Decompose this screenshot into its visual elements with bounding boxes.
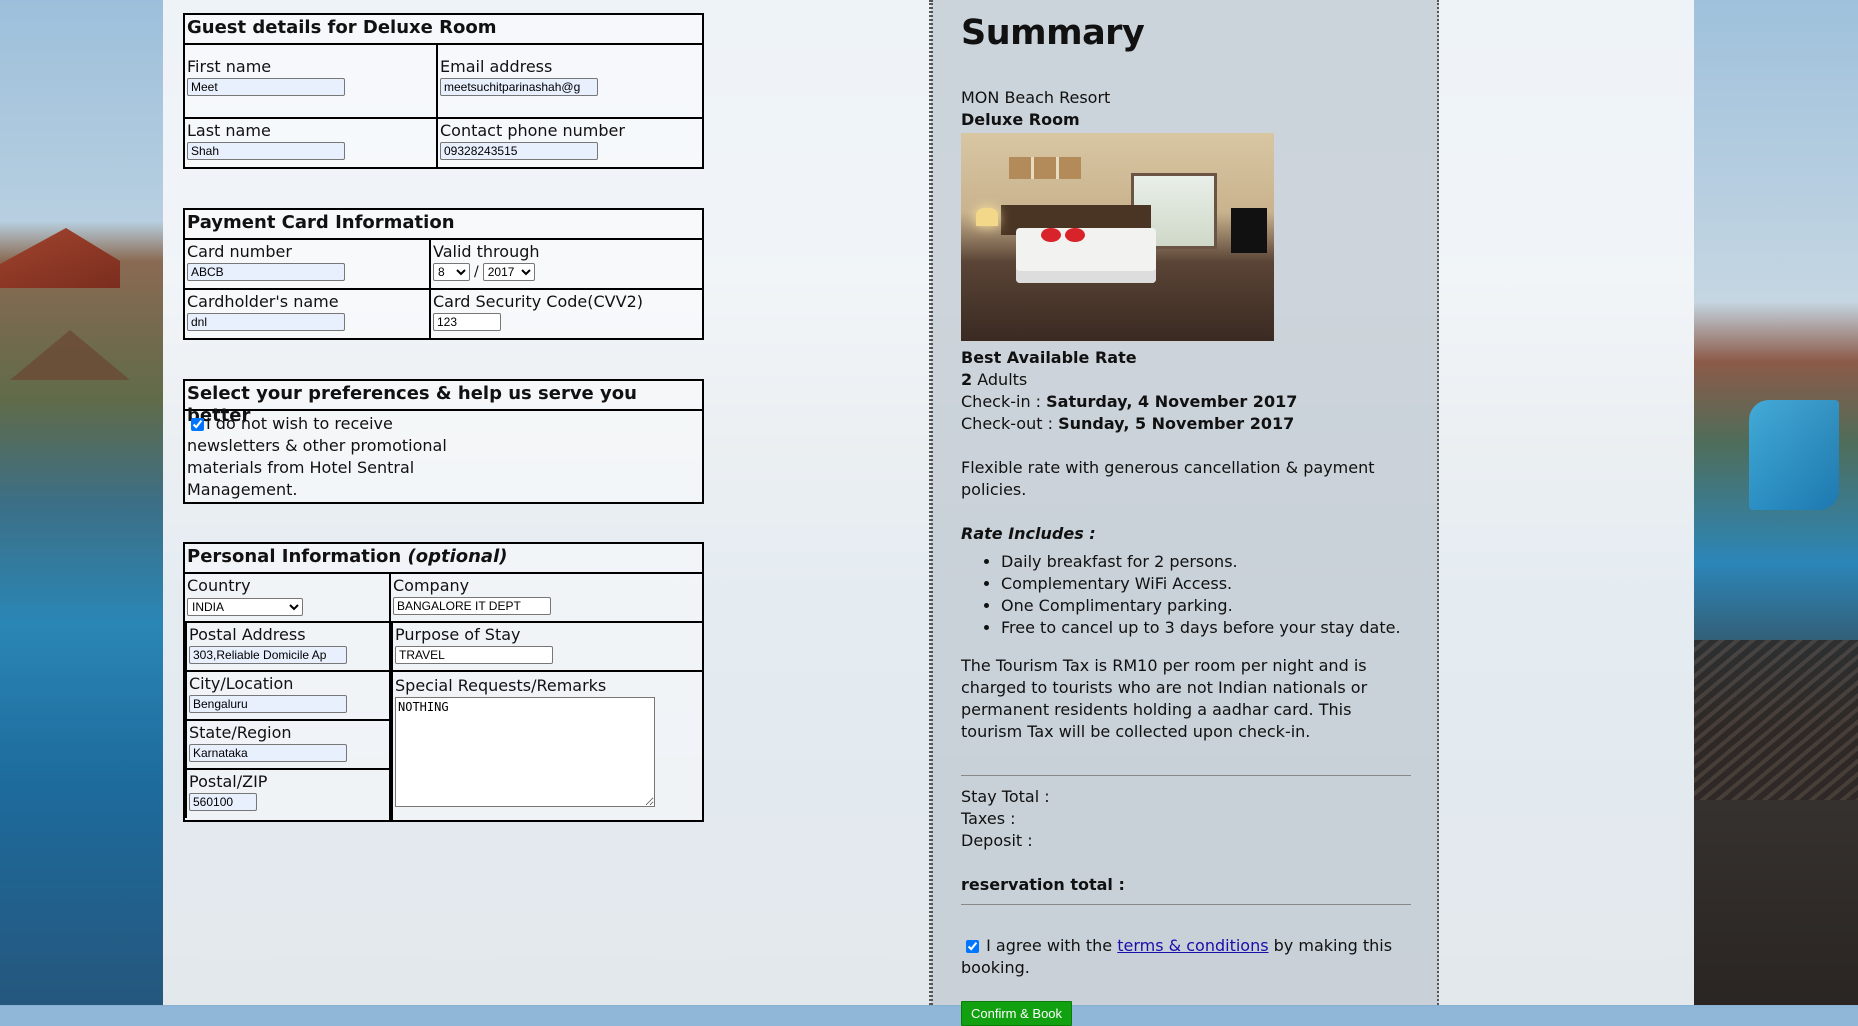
room-name: Deluxe Room bbox=[961, 110, 1080, 129]
company-input[interactable] bbox=[393, 597, 551, 615]
preferences-table: Select your preferences & help us serve … bbox=[183, 379, 704, 504]
guest-details-title: Guest details for Deluxe Room bbox=[185, 15, 702, 45]
company-label: Company bbox=[393, 576, 470, 595]
last-name-label: Last name bbox=[187, 121, 271, 140]
preferences-title: Select your preferences & help us serve … bbox=[185, 381, 702, 426]
totals-divider-top bbox=[961, 775, 1411, 776]
personal-info-title: Personal Information (optional) bbox=[185, 544, 702, 574]
last-name-input[interactable] bbox=[187, 142, 345, 160]
state-label: State/Region bbox=[189, 723, 292, 742]
deposit-label: Deposit : bbox=[961, 831, 1033, 850]
checkin-label: Check-in : bbox=[961, 392, 1042, 411]
background-resort-right bbox=[1694, 0, 1858, 1005]
contact-phone-input[interactable] bbox=[440, 142, 598, 160]
adults-count: 2 bbox=[961, 370, 973, 389]
email-address-label: Email address bbox=[440, 57, 553, 76]
payment-card-table: Payment Card Information Card number Val… bbox=[183, 208, 704, 340]
rate-includes-title: Rate Includes : bbox=[961, 524, 1096, 543]
cardholder-name-input[interactable] bbox=[187, 313, 345, 331]
checkout-line: Check-out : Sunday, 5 November 2017 bbox=[961, 413, 1411, 435]
taxes-label: Taxes : bbox=[961, 809, 1016, 828]
adults-line: 2 Adults bbox=[961, 369, 1411, 391]
stay-total-label: Stay Total : bbox=[961, 787, 1050, 806]
terms-checkbox[interactable] bbox=[966, 940, 979, 953]
room-photo-pillow bbox=[1041, 228, 1061, 242]
personal-info-optional: (optional) bbox=[407, 546, 508, 567]
rate-name: Best Available Rate bbox=[961, 348, 1137, 367]
email-address-input[interactable] bbox=[440, 78, 598, 96]
guest-details-table: Guest details for Deluxe Room First name… bbox=[183, 13, 704, 169]
checkin-date: Saturday, 4 November 2017 bbox=[1046, 392, 1298, 411]
newsletter-line-4: Management. bbox=[187, 480, 298, 499]
postal-address-input[interactable] bbox=[189, 646, 347, 664]
postal-address-label: Postal Address bbox=[189, 625, 306, 644]
room-photo-tv bbox=[1231, 208, 1267, 253]
checkout-label: Check-out : bbox=[961, 414, 1053, 433]
valid-through-label: Valid through bbox=[433, 242, 540, 261]
room-photo-bed bbox=[1016, 228, 1156, 283]
background-hut bbox=[10, 330, 130, 380]
zip-label: Postal/ZIP bbox=[189, 772, 268, 791]
background-resort-left bbox=[0, 0, 163, 1005]
first-name-label: First name bbox=[187, 57, 272, 76]
room-photo-pillow bbox=[1065, 228, 1085, 242]
agree-suffix: by making this bbox=[1273, 936, 1393, 955]
room-photo-artwork bbox=[1009, 157, 1081, 179]
expiry-year-select[interactable]: 2017 bbox=[482, 263, 535, 281]
background-waterslide bbox=[1749, 400, 1839, 510]
country-label: Country bbox=[187, 576, 251, 595]
personal-info-table: Personal Information (optional) Country … bbox=[183, 542, 704, 822]
expiry-separator: / bbox=[474, 264, 479, 280]
newsletter-line-2: newsletters & other promotional bbox=[187, 436, 447, 455]
agree-prefix: I agree with the bbox=[986, 936, 1113, 955]
payment-card-title: Payment Card Information bbox=[185, 210, 702, 240]
rate-description: Flexible rate with generous cancellation… bbox=[961, 458, 1375, 499]
room-photo bbox=[961, 133, 1274, 341]
terms-agreement: I agree with the terms & conditions by m… bbox=[961, 935, 1411, 957]
country-select[interactable]: INDIA bbox=[187, 598, 303, 616]
summary-heading: Summary bbox=[961, 13, 1145, 53]
purpose-label: Purpose of Stay bbox=[395, 625, 521, 644]
purpose-input[interactable] bbox=[395, 646, 553, 664]
totals-divider-bottom bbox=[961, 904, 1411, 905]
reservation-total-label: reservation total : bbox=[961, 875, 1125, 894]
rate-include-item: Complementary WiFi Access. bbox=[1001, 573, 1411, 595]
remarks-textarea[interactable]: NOTHING bbox=[395, 697, 655, 807]
expiry-month-select[interactable]: 8 bbox=[433, 263, 470, 281]
background-lounger bbox=[1694, 640, 1858, 800]
cvv-label: Card Security Code(CVV2) bbox=[433, 292, 643, 311]
agree-suffix-2: booking. bbox=[961, 958, 1030, 977]
room-photo-lamp bbox=[976, 208, 998, 226]
cvv-input[interactable] bbox=[433, 313, 501, 331]
zip-input[interactable] bbox=[189, 793, 257, 811]
checkout-date: Sunday, 5 November 2017 bbox=[1058, 414, 1295, 433]
state-input[interactable] bbox=[189, 744, 347, 762]
card-number-input[interactable] bbox=[187, 263, 345, 281]
rate-includes-list: Daily breakfast for 2 persons. Complemen… bbox=[961, 551, 1411, 639]
remarks-label: Special Requests/Remarks bbox=[395, 676, 607, 695]
newsletter-opt-out-checkbox[interactable] bbox=[191, 418, 204, 431]
rate-include-item: Free to cancel up to 3 days before your … bbox=[1001, 617, 1411, 639]
cardholder-name-label: Cardholder's name bbox=[187, 292, 339, 311]
newsletter-line-1: I do not wish to receive bbox=[206, 414, 393, 433]
terms-conditions-link[interactable]: terms & conditions bbox=[1117, 936, 1268, 955]
adults-label: Adults bbox=[977, 370, 1028, 389]
city-label: City/Location bbox=[189, 674, 294, 693]
personal-info-title-text: Personal Information bbox=[187, 546, 402, 567]
first-name-input[interactable] bbox=[187, 78, 345, 96]
city-input[interactable] bbox=[189, 695, 347, 713]
rate-include-item: Daily breakfast for 2 persons. bbox=[1001, 551, 1411, 573]
rate-include-item: One Complimentary parking. bbox=[1001, 595, 1411, 617]
checkin-line: Check-in : Saturday, 4 November 2017 bbox=[961, 391, 1411, 413]
card-number-label: Card number bbox=[187, 242, 292, 261]
tourism-tax-note: The Tourism Tax is RM10 per room per nig… bbox=[961, 656, 1368, 741]
newsletter-line-3: materials from Hotel Sentral bbox=[187, 458, 415, 477]
background-roof bbox=[0, 228, 120, 288]
hotel-name: MON Beach Resort bbox=[961, 88, 1111, 107]
contact-phone-label: Contact phone number bbox=[440, 121, 625, 140]
booking-summary: Summary MON Beach Resort Deluxe Room Bes… bbox=[961, 0, 1411, 1026]
